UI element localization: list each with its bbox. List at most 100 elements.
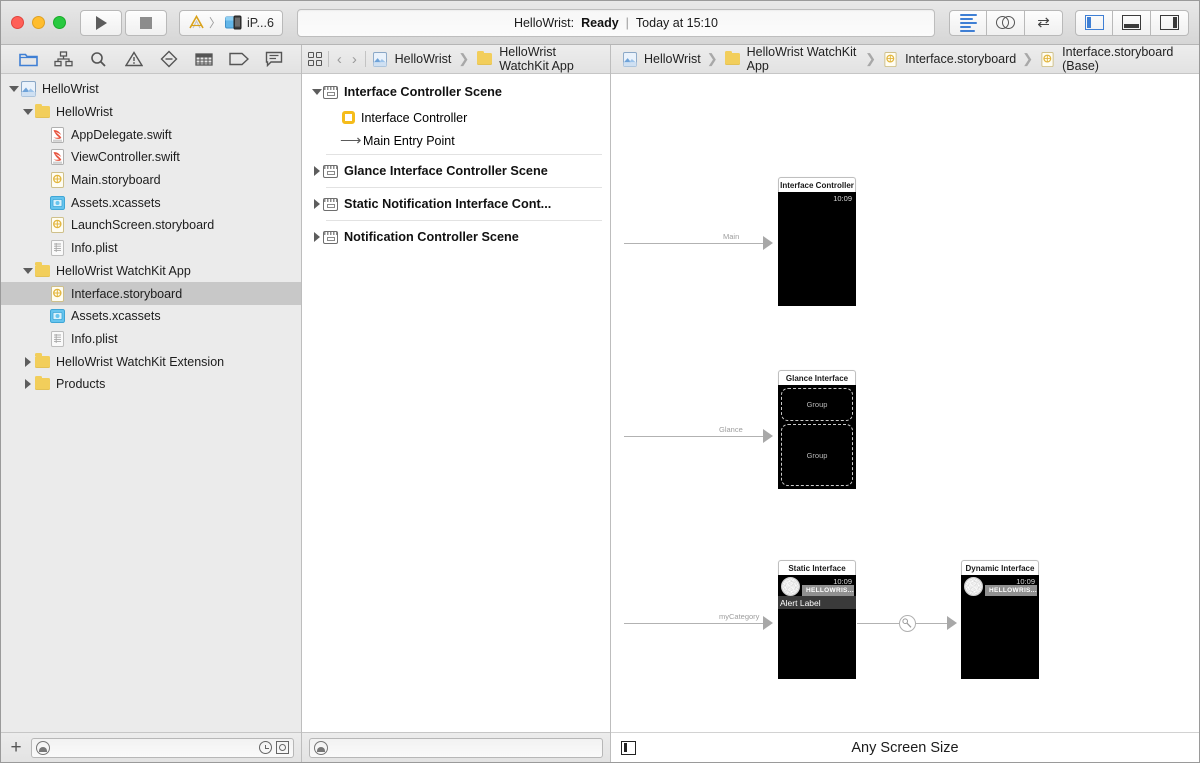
dynamic-notification-scene[interactable]: Dynamic Interface 10:09 HELLOWRIS... bbox=[961, 560, 1039, 679]
tree-row-file[interactable]: Main.storyboard bbox=[1, 169, 301, 192]
warning-icon[interactable] bbox=[123, 49, 145, 69]
forward-button[interactable]: › bbox=[350, 52, 359, 67]
breadcrumb-watchkit-app[interactable]: HelloWrist WatchKit App bbox=[724, 45, 860, 73]
arrows-icon: ⇄ bbox=[1037, 14, 1050, 31]
outline-item-interface-controller[interactable]: Interface Controller bbox=[302, 106, 610, 129]
scheme-selector[interactable]: 〉 iP...6 bbox=[179, 9, 283, 36]
tree-row-file[interactable]: ViewController.swift bbox=[1, 146, 301, 169]
disclosure-triangle[interactable] bbox=[21, 379, 34, 390]
project-navigator-tree[interactable]: HelloWrist HelloWrist AppDelegate.swift … bbox=[1, 74, 301, 732]
disclosure-triangle[interactable] bbox=[310, 166, 323, 176]
outline-scene-notification-controller[interactable]: Notification Controller Scene bbox=[302, 223, 610, 251]
search-icon[interactable] bbox=[88, 49, 110, 69]
outline-scene-interface-controller[interactable]: Interface Controller Scene bbox=[302, 78, 610, 106]
app-scheme-icon bbox=[188, 14, 205, 31]
folder-icon[interactable] bbox=[18, 49, 40, 69]
plist-icon bbox=[49, 240, 66, 257]
disclosure-triangle[interactable] bbox=[310, 199, 323, 209]
scene-screen[interactable]: 10:09 HELLOWRIS... bbox=[961, 575, 1039, 679]
disclosure-triangle[interactable] bbox=[21, 267, 34, 274]
minimize-button[interactable] bbox=[32, 16, 45, 29]
navigator-filter-field[interactable] bbox=[31, 737, 294, 758]
tree-row-group[interactable]: HelloWrist WatchKit Extension bbox=[1, 350, 301, 373]
breadcrumb-project[interactable]: HelloWrist bbox=[372, 51, 451, 67]
back-button[interactable]: ‹ bbox=[335, 52, 344, 67]
tree-row-project[interactable]: HelloWrist bbox=[1, 78, 301, 101]
diamond-icon[interactable] bbox=[158, 49, 180, 69]
stop-icon bbox=[140, 16, 152, 29]
tree-row-file[interactable]: Assets.xcassets bbox=[1, 305, 301, 328]
canvas-bottom-bar: Any Screen Size bbox=[611, 732, 1199, 762]
tree-row-interface-storyboard[interactable]: Interface.storyboard bbox=[1, 282, 301, 305]
folder-icon bbox=[34, 375, 51, 392]
category-arrow-label: myCategory bbox=[719, 612, 760, 621]
segue-badge[interactable] bbox=[899, 615, 916, 632]
add-file-button[interactable]: + bbox=[8, 738, 24, 757]
filter-icon bbox=[314, 740, 328, 755]
tree-row-label: Interface.storyboard bbox=[71, 286, 183, 301]
tree-row-file[interactable]: AppDelegate.swift bbox=[1, 123, 301, 146]
outline-tree[interactable]: Interface Controller Scene Interface Con… bbox=[302, 74, 610, 732]
debug-icon[interactable] bbox=[193, 49, 215, 69]
title-bar: 〉 iP...6 HelloWrist: Ready | Today at 15… bbox=[1, 1, 1199, 45]
xcassets-icon bbox=[49, 195, 66, 211]
debug-toggle-button[interactable] bbox=[1113, 9, 1151, 36]
outline-scene-static-notification[interactable]: Static Notification Interface Cont... bbox=[302, 190, 610, 218]
stop-button[interactable] bbox=[125, 9, 167, 36]
glance-interface-scene[interactable]: Glance Interface Group Group bbox=[778, 370, 856, 489]
tag-icon[interactable] bbox=[228, 49, 250, 69]
breadcrumb-watchkit-app[interactable]: HelloWrist WatchKit App bbox=[476, 45, 604, 73]
project-icon bbox=[20, 81, 37, 98]
disclosure-triangle[interactable] bbox=[7, 86, 20, 93]
interface-controller-scene[interactable]: Interface Controller 10:09 bbox=[778, 177, 856, 306]
disclosure-triangle[interactable] bbox=[310, 232, 323, 242]
assistant-editor-button[interactable] bbox=[987, 9, 1025, 36]
standard-editor-button[interactable] bbox=[949, 9, 987, 36]
source-control-filter-icon[interactable] bbox=[276, 741, 289, 754]
tree-row-file[interactable]: LaunchScreen.storyboard bbox=[1, 214, 301, 237]
outline-label: Notification Controller Scene bbox=[344, 230, 519, 244]
navigator-tab-bar bbox=[1, 45, 301, 74]
category-arrow-head bbox=[763, 616, 773, 630]
tree-row-group[interactable]: Products bbox=[1, 373, 301, 396]
disclosure-triangle[interactable] bbox=[310, 89, 323, 95]
outline-label: Interface Controller bbox=[361, 110, 468, 125]
utilities-toggle-button[interactable] bbox=[1151, 9, 1189, 36]
breadcrumb-storyboard[interactable]: Interface.storyboard bbox=[882, 51, 1016, 67]
close-button[interactable] bbox=[11, 16, 24, 29]
hierarchy-icon[interactable] bbox=[53, 49, 75, 69]
scene-icon bbox=[323, 85, 338, 99]
breadcrumb-storyboard-base[interactable]: Interface.storyboard (Base) bbox=[1039, 45, 1189, 73]
outline-filter-field[interactable] bbox=[309, 737, 603, 758]
scene-screen[interactable]: Group Group bbox=[778, 385, 856, 489]
breadcrumb-separator: ❯ bbox=[458, 51, 470, 66]
tree-row-file[interactable]: Info.plist bbox=[1, 328, 301, 351]
glance-group-upper[interactable]: Group bbox=[781, 388, 853, 421]
group-label: Group bbox=[806, 400, 828, 409]
recent-files-filter-icon[interactable] bbox=[259, 741, 272, 754]
disclosure-triangle[interactable] bbox=[21, 356, 34, 367]
static-notification-scene[interactable]: Static Interface 10:09 HELLOWRIS... Aler… bbox=[778, 560, 856, 679]
disclosure-triangle[interactable] bbox=[21, 109, 34, 116]
outline-label: Static Notification Interface Cont... bbox=[344, 197, 552, 211]
breadcrumb-project[interactable]: HelloWrist bbox=[621, 51, 701, 67]
tree-row-group[interactable]: HelloWrist WatchKit App bbox=[1, 260, 301, 283]
run-button[interactable] bbox=[80, 9, 122, 36]
scene-title: Interface Controller bbox=[778, 177, 856, 192]
tree-row-file[interactable]: Assets.xcassets bbox=[1, 191, 301, 214]
storyboard-canvas[interactable]: Main Interface Controller 10:09 Glance G… bbox=[611, 74, 1199, 732]
glance-group-lower[interactable]: Group bbox=[781, 424, 853, 486]
outline-item-main-entry-point[interactable]: ⟶ Main Entry Point bbox=[302, 129, 610, 152]
tree-row-group[interactable]: HelloWrist bbox=[1, 101, 301, 124]
xcassets-icon bbox=[49, 308, 66, 324]
outline-scene-glance[interactable]: Glance Interface Controller Scene bbox=[302, 157, 610, 185]
alert-label[interactable]: Alert Label bbox=[778, 596, 856, 609]
speech-icon[interactable] bbox=[263, 49, 285, 69]
navigator-toggle-button[interactable] bbox=[1075, 9, 1113, 36]
scene-screen[interactable]: 10:09 bbox=[778, 192, 856, 306]
zoom-button[interactable] bbox=[53, 16, 66, 29]
tree-row-file[interactable]: Info.plist bbox=[1, 237, 301, 260]
version-editor-button[interactable]: ⇄ bbox=[1025, 9, 1063, 36]
scene-screen[interactable]: 10:09 HELLOWRIS... Alert Label bbox=[778, 575, 856, 679]
related-items-icon[interactable] bbox=[308, 52, 322, 66]
